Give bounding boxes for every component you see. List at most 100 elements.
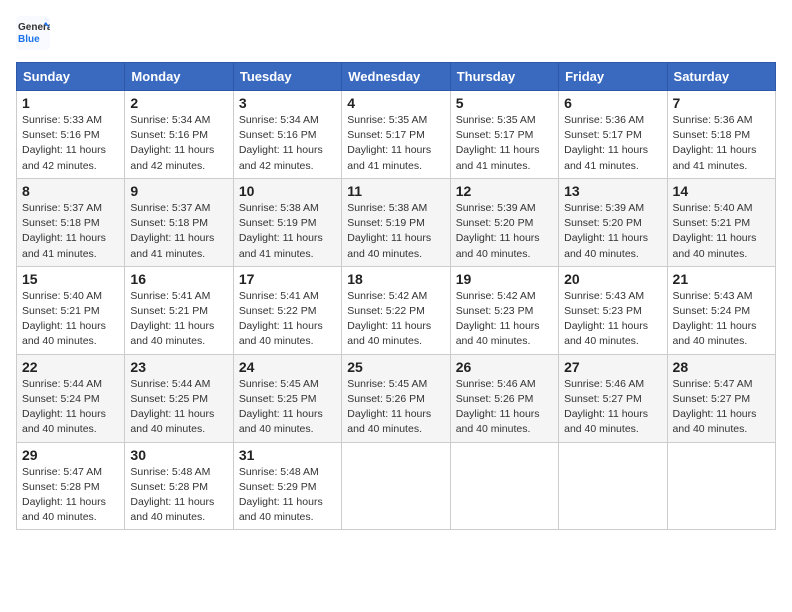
calendar-cell: 22 Sunrise: 5:44 AMSunset: 5:24 PMDayligh… bbox=[17, 354, 125, 442]
day-info: Sunrise: 5:46 AMSunset: 5:26 PMDaylight:… bbox=[456, 377, 553, 438]
day-number: 19 bbox=[456, 271, 553, 287]
calendar-cell bbox=[667, 442, 775, 530]
day-number: 16 bbox=[130, 271, 227, 287]
calendar-cell: 10Sunrise: 5:38 AMSunset: 5:19 PMDayligh… bbox=[233, 178, 341, 266]
day-number: 15 bbox=[22, 271, 119, 287]
day-number: 9 bbox=[130, 183, 227, 199]
day-info: Sunrise: 5:42 AMSunset: 5:22 PMDaylight:… bbox=[347, 289, 444, 350]
day-number: 25 bbox=[347, 359, 444, 375]
day-info: Sunrise: 5:38 AMSunset: 5:19 PMDaylight:… bbox=[347, 201, 444, 262]
calendar-cell: 16 Sunrise: 5:41 AMSunset: 5:21 PMDayligh… bbox=[125, 266, 233, 354]
day-number: 14 bbox=[673, 183, 770, 199]
day-number: 18 bbox=[347, 271, 444, 287]
svg-text:Blue: Blue bbox=[18, 34, 40, 45]
calendar-cell: 12 Sunrise: 5:39 AMSunset: 5:20 PMDayligh… bbox=[450, 178, 558, 266]
calendar-cell bbox=[559, 442, 667, 530]
day-info: Sunrise: 5:47 AMSunset: 5:27 PMDaylight:… bbox=[673, 377, 770, 438]
day-info: Sunrise: 5:44 AMSunset: 5:24 PMDaylight:… bbox=[22, 377, 119, 438]
day-number: 5 bbox=[456, 95, 553, 111]
calendar-cell: 30Sunrise: 5:48 AMSunset: 5:28 PMDayligh… bbox=[125, 442, 233, 530]
day-info: Sunrise: 5:47 AMSunset: 5:28 PMDaylight:… bbox=[22, 465, 119, 526]
calendar-cell: 14 Sunrise: 5:40 AMSunset: 5:21 PMDayligh… bbox=[667, 178, 775, 266]
calendar-cell: 11Sunrise: 5:38 AMSunset: 5:19 PMDayligh… bbox=[342, 178, 450, 266]
day-number: 17 bbox=[239, 271, 336, 287]
col-header-tuesday: Tuesday bbox=[233, 63, 341, 91]
col-header-thursday: Thursday bbox=[450, 63, 558, 91]
calendar-cell: 24Sunrise: 5:45 AMSunset: 5:25 PMDayligh… bbox=[233, 354, 341, 442]
day-info: Sunrise: 5:39 AMSunset: 5:20 PMDaylight:… bbox=[456, 201, 553, 262]
calendar-cell: 20Sunrise: 5:43 AMSunset: 5:23 PMDayligh… bbox=[559, 266, 667, 354]
day-info: Sunrise: 5:33 AMSunset: 5:16 PMDaylight:… bbox=[22, 113, 119, 174]
day-number: 22 bbox=[22, 359, 119, 375]
col-header-sunday: Sunday bbox=[17, 63, 125, 91]
week-row-4: 22 Sunrise: 5:44 AMSunset: 5:24 PMDayligh… bbox=[17, 354, 776, 442]
day-number: 29 bbox=[22, 447, 119, 463]
day-info: Sunrise: 5:37 AMSunset: 5:18 PMDaylight:… bbox=[130, 201, 227, 262]
calendar-cell: 15 Sunrise: 5:40 AMSunset: 5:21 PMDayligh… bbox=[17, 266, 125, 354]
col-header-wednesday: Wednesday bbox=[342, 63, 450, 91]
day-number: 6 bbox=[564, 95, 661, 111]
calendar-cell: 21Sunrise: 5:43 AMSunset: 5:24 PMDayligh… bbox=[667, 266, 775, 354]
day-info: Sunrise: 5:35 AMSunset: 5:17 PMDaylight:… bbox=[347, 113, 444, 174]
day-info: Sunrise: 5:40 AMSunset: 5:21 PMDaylight:… bbox=[673, 201, 770, 262]
week-row-1: 1 Sunrise: 5:33 AMSunset: 5:16 PMDaylight… bbox=[17, 91, 776, 179]
day-number: 30 bbox=[130, 447, 227, 463]
day-info: Sunrise: 5:34 AMSunset: 5:16 PMDaylight:… bbox=[239, 113, 336, 174]
day-number: 26 bbox=[456, 359, 553, 375]
day-info: Sunrise: 5:41 AMSunset: 5:22 PMDaylight:… bbox=[239, 289, 336, 350]
day-info: Sunrise: 5:43 AMSunset: 5:23 PMDaylight:… bbox=[564, 289, 661, 350]
day-number: 23 bbox=[130, 359, 227, 375]
week-row-3: 15 Sunrise: 5:40 AMSunset: 5:21 PMDayligh… bbox=[17, 266, 776, 354]
day-info: Sunrise: 5:35 AMSunset: 5:17 PMDaylight:… bbox=[456, 113, 553, 174]
day-info: Sunrise: 5:34 AMSunset: 5:16 PMDaylight:… bbox=[130, 113, 227, 174]
col-header-monday: Monday bbox=[125, 63, 233, 91]
day-number: 31 bbox=[239, 447, 336, 463]
day-number: 3 bbox=[239, 95, 336, 111]
day-info: Sunrise: 5:40 AMSunset: 5:21 PMDaylight:… bbox=[22, 289, 119, 350]
calendar-cell: 1 Sunrise: 5:33 AMSunset: 5:16 PMDaylight… bbox=[17, 91, 125, 179]
calendar-cell: 29 Sunrise: 5:47 AMSunset: 5:28 PMDayligh… bbox=[17, 442, 125, 530]
day-number: 13 bbox=[564, 183, 661, 199]
logo-svg: General Blue bbox=[16, 16, 50, 50]
day-number: 1 bbox=[22, 95, 119, 111]
day-info: Sunrise: 5:42 AMSunset: 5:23 PMDaylight:… bbox=[456, 289, 553, 350]
day-info: Sunrise: 5:39 AMSunset: 5:20 PMDaylight:… bbox=[564, 201, 661, 262]
header-row: SundayMondayTuesdayWednesdayThursdayFrid… bbox=[17, 63, 776, 91]
calendar-cell: 27 Sunrise: 5:46 AMSunset: 5:27 PMDayligh… bbox=[559, 354, 667, 442]
day-number: 2 bbox=[130, 95, 227, 111]
day-number: 24 bbox=[239, 359, 336, 375]
calendar-cell: 7 Sunrise: 5:36 AMSunset: 5:18 PMDaylight… bbox=[667, 91, 775, 179]
day-info: Sunrise: 5:48 AMSunset: 5:29 PMDaylight:… bbox=[239, 465, 336, 526]
calendar-cell: 2 Sunrise: 5:34 AMSunset: 5:16 PMDaylight… bbox=[125, 91, 233, 179]
calendar-cell bbox=[342, 442, 450, 530]
calendar-cell: 6 Sunrise: 5:36 AMSunset: 5:17 PMDaylight… bbox=[559, 91, 667, 179]
day-info: Sunrise: 5:46 AMSunset: 5:27 PMDaylight:… bbox=[564, 377, 661, 438]
calendar-cell: 19 Sunrise: 5:42 AMSunset: 5:23 PMDayligh… bbox=[450, 266, 558, 354]
day-number: 8 bbox=[22, 183, 119, 199]
week-row-2: 8 Sunrise: 5:37 AMSunset: 5:18 PMDaylight… bbox=[17, 178, 776, 266]
calendar-cell: 13 Sunrise: 5:39 AMSunset: 5:20 PMDayligh… bbox=[559, 178, 667, 266]
day-info: Sunrise: 5:43 AMSunset: 5:24 PMDaylight:… bbox=[673, 289, 770, 350]
calendar-cell: 17 Sunrise: 5:41 AMSunset: 5:22 PMDayligh… bbox=[233, 266, 341, 354]
day-number: 4 bbox=[347, 95, 444, 111]
calendar-cell: 3 Sunrise: 5:34 AMSunset: 5:16 PMDaylight… bbox=[233, 91, 341, 179]
calendar-cell: 18 Sunrise: 5:42 AMSunset: 5:22 PMDayligh… bbox=[342, 266, 450, 354]
calendar-cell: 26 Sunrise: 5:46 AMSunset: 5:26 PMDayligh… bbox=[450, 354, 558, 442]
calendar-cell: 28Sunrise: 5:47 AMSunset: 5:27 PMDayligh… bbox=[667, 354, 775, 442]
week-row-5: 29 Sunrise: 5:47 AMSunset: 5:28 PMDayligh… bbox=[17, 442, 776, 530]
day-info: Sunrise: 5:36 AMSunset: 5:17 PMDaylight:… bbox=[564, 113, 661, 174]
day-number: 27 bbox=[564, 359, 661, 375]
calendar-cell: 23Sunrise: 5:44 AMSunset: 5:25 PMDayligh… bbox=[125, 354, 233, 442]
day-info: Sunrise: 5:36 AMSunset: 5:18 PMDaylight:… bbox=[673, 113, 770, 174]
logo: General Blue bbox=[16, 16, 50, 50]
day-info: Sunrise: 5:41 AMSunset: 5:21 PMDaylight:… bbox=[130, 289, 227, 350]
day-number: 12 bbox=[456, 183, 553, 199]
calendar-cell: 8 Sunrise: 5:37 AMSunset: 5:18 PMDaylight… bbox=[17, 178, 125, 266]
col-header-saturday: Saturday bbox=[667, 63, 775, 91]
calendar-cell: 25Sunrise: 5:45 AMSunset: 5:26 PMDayligh… bbox=[342, 354, 450, 442]
day-info: Sunrise: 5:37 AMSunset: 5:18 PMDaylight:… bbox=[22, 201, 119, 262]
day-number: 10 bbox=[239, 183, 336, 199]
calendar-cell bbox=[450, 442, 558, 530]
day-number: 7 bbox=[673, 95, 770, 111]
calendar-cell: 4 Sunrise: 5:35 AMSunset: 5:17 PMDaylight… bbox=[342, 91, 450, 179]
